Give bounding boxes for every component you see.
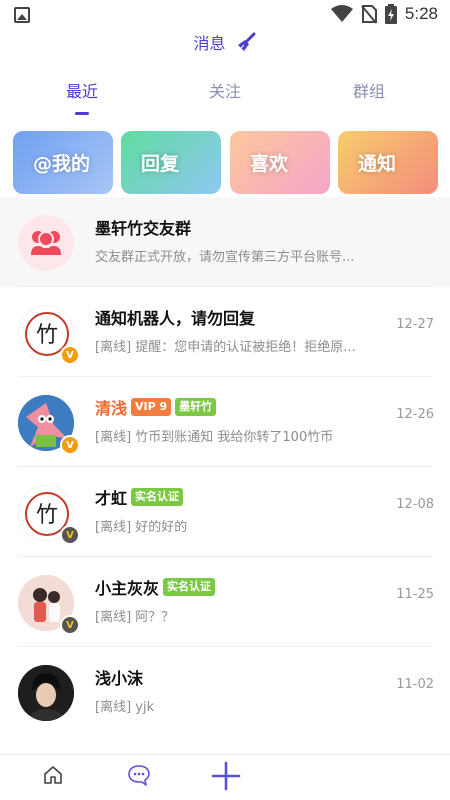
conversation-name: 墨轩竹交友群 <box>95 215 191 239</box>
replies-card-label: 回复 <box>141 153 180 175</box>
conversation-row[interactable]: 墨轩竹交友群 交友群正式开放，请勿宣传第三方平台账号... <box>0 197 450 287</box>
tab-bar: 最近 关注 群组 <box>0 74 450 115</box>
tab-recent-label: 最近 <box>65 82 98 101</box>
no-sim-icon <box>361 5 377 24</box>
likes-card-label: 喜欢 <box>250 153 289 175</box>
conversation-row[interactable]: 竹 V 通知机器人，请勿回复 [离线] 提醒：您申请的认证被拒绝！拒绝原... … <box>0 287 450 377</box>
message-preview: [离线] 好的好的 <box>95 520 188 535</box>
conversation-name: 才虹 实名认证 <box>95 485 184 509</box>
message-date: 11-25 <box>396 587 434 602</box>
mentions-card-label: @我的 <box>33 153 91 175</box>
verified-v-icon: V <box>60 615 80 635</box>
conversation-name-text: 浅小沫 <box>95 669 144 688</box>
conversation-row[interactable]: 竹 V 才虹 实名认证 [离线] 好的好的 12-08 <box>0 467 450 557</box>
likes-card[interactable]: 喜欢 <box>230 131 330 194</box>
plus-icon[interactable] <box>211 761 241 791</box>
conversation-name-text: 才虹 <box>95 489 128 508</box>
conversation-name: 通知机器人，请勿回复 <box>95 305 255 329</box>
verified-v-icon: V <box>60 345 80 365</box>
message-date: 12-26 <box>396 407 434 422</box>
tab-following[interactable]: 关注 <box>185 78 265 102</box>
status-bar: 5:28 <box>0 0 450 32</box>
message-date: 11-02 <box>396 677 434 692</box>
tab-following-label: 关注 <box>208 82 241 101</box>
gallery-notification-icon <box>14 7 30 23</box>
replies-card[interactable]: 回复 <box>121 131 221 194</box>
conversation-name-text: 墨轩竹交友群 <box>95 219 192 238</box>
bottom-nav <box>0 754 450 800</box>
message-date: 12-08 <box>396 497 434 512</box>
notifications-card[interactable]: 通知 <box>338 131 438 194</box>
message-preview: 交友群正式开放，请勿宣传第三方平台账号... <box>95 250 355 265</box>
conversation-name: 清浅 VIP 9 墨轩竹 <box>95 395 217 419</box>
conversation-row[interactable]: 浅小沫 [离线] yjk 11-02 <box>0 647 450 737</box>
community-badge: 墨轩竹 <box>175 398 217 416</box>
message-preview: [离线] 竹币到账通知 我给你转了100竹币 <box>95 430 334 445</box>
header: 消息 <box>0 30 450 60</box>
clear-broom-icon[interactable] <box>237 32 257 52</box>
group-people-icon <box>18 215 74 271</box>
vip-badge: VIP 9 <box>131 398 172 416</box>
wifi-icon <box>330 5 353 22</box>
conversation-row[interactable]: V 小主灰灰 实名认证 [离线] 阿？？ 11-25 <box>0 557 450 647</box>
conversation-name: 小主灰灰 实名认证 <box>95 575 216 599</box>
message-list: 墨轩竹交友群 交友群正式开放，请勿宣传第三方平台账号... 竹 V 通知机器人，… <box>0 197 450 737</box>
svg-text:竹: 竹 <box>36 503 58 528</box>
conversation-name-text: 小主灰灰 <box>95 579 160 598</box>
verified-badge: 实名认证 <box>131 488 184 506</box>
conversation-name-text: 清浅 <box>95 399 128 418</box>
conversation-name: 浅小沫 <box>95 665 143 689</box>
conversation-row[interactable]: V 清浅 VIP 9 墨轩竹 [离线] 竹币到账通知 我给你转了100竹币 12… <box>0 377 450 467</box>
user-avatar <box>18 665 74 721</box>
active-tab-indicator <box>75 112 89 115</box>
message-icon[interactable] <box>127 764 151 786</box>
notifications-card-label: 通知 <box>358 153 397 175</box>
tab-groups[interactable]: 群组 <box>329 78 409 102</box>
clock: 5:28 <box>404 4 438 23</box>
mentions-card[interactable]: @我的 <box>13 131 113 194</box>
page-title: 消息 <box>193 34 226 53</box>
battery-icon <box>384 4 397 24</box>
verified-v-icon: V <box>60 435 80 455</box>
message-date: 12-27 <box>396 317 434 332</box>
conversation-name-text: 通知机器人，请勿回复 <box>95 309 256 328</box>
home-icon[interactable] <box>42 764 64 786</box>
verified-v-icon: V <box>60 525 80 545</box>
message-preview: [离线] 提醒：您申请的认证被拒绝！拒绝原... <box>95 340 356 355</box>
tab-recent[interactable]: 最近 <box>42 78 122 115</box>
svg-text:竹: 竹 <box>36 323 58 348</box>
tab-groups-label: 群组 <box>352 82 385 101</box>
verified-badge: 实名认证 <box>163 578 216 596</box>
category-cards: @我的 回复 喜欢 通知 <box>13 131 450 195</box>
message-preview: [离线] yjk <box>95 700 155 715</box>
portrait-avatar-icon <box>18 665 74 721</box>
message-preview: [离线] 阿？？ <box>95 610 175 625</box>
group-avatar <box>18 215 74 271</box>
